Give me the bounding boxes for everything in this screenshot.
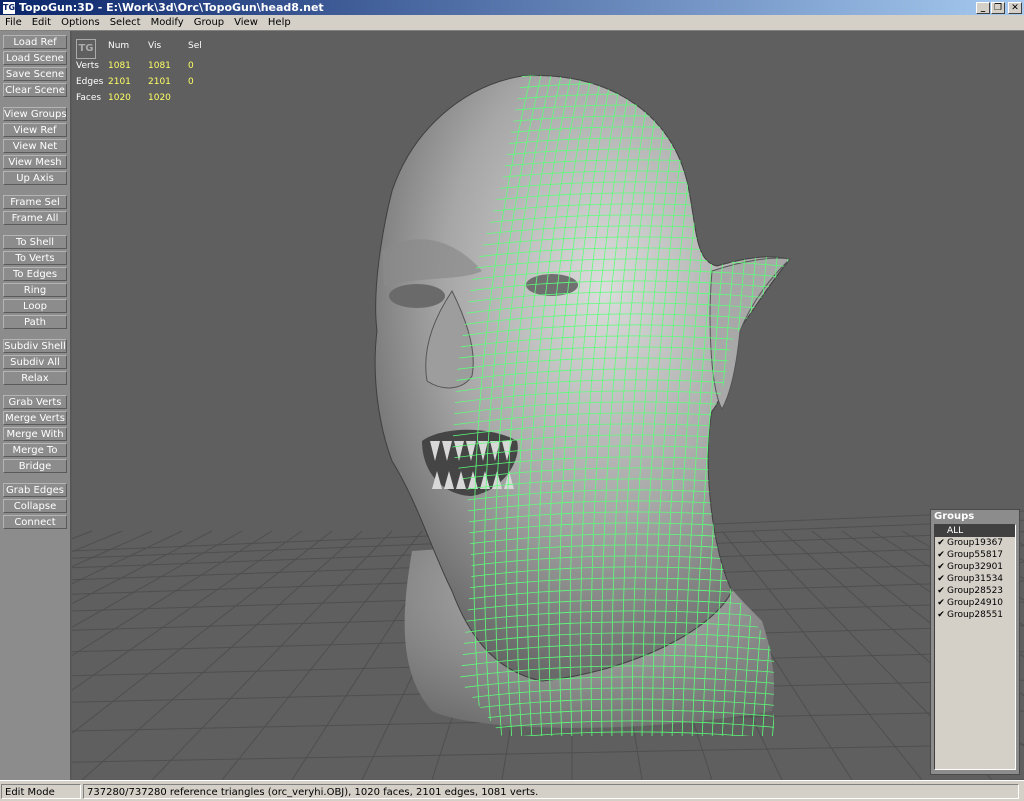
group-label: ALL — [947, 525, 963, 537]
grab-edges-button[interactable]: Grab Edges — [3, 483, 67, 497]
viewport-canvas[interactable] — [72, 31, 1024, 780]
stat-vis-edges: 2101 — [148, 77, 171, 87]
groups-title: Groups — [931, 510, 1019, 523]
group-item[interactable]: ✔Group55817 — [935, 549, 1015, 561]
group-label: Group55817 — [947, 549, 1003, 561]
checkmark-icon[interactable]: ✔ — [935, 537, 947, 549]
topogun-logo: TG — [76, 39, 96, 59]
up-axis-button[interactable]: Up Axis — [3, 171, 67, 185]
3d-viewport[interactable]: TG Num Vis Sel Verts 1081 1081 0 Edges 2101 21… — [72, 31, 1024, 780]
menu-select[interactable]: Select — [105, 17, 146, 28]
load-scene-button[interactable]: Load Scene — [3, 51, 67, 65]
relax-button[interactable]: Relax — [3, 371, 67, 385]
group-label: Group24910 — [947, 597, 1003, 609]
clear-scene-button[interactable]: Clear Scene — [3, 83, 67, 97]
to-shell-button[interactable]: To Shell — [3, 235, 67, 249]
to-edges-button[interactable]: To Edges — [3, 267, 67, 281]
group-label: Group32901 — [947, 561, 1003, 573]
group-item[interactable]: ✔Group31534 — [935, 573, 1015, 585]
stat-num-verts: 1081 — [108, 61, 131, 71]
subdiv-all-button[interactable]: Subdiv All — [3, 355, 67, 369]
stat-vis-faces: 1020 — [148, 93, 171, 103]
menu-group[interactable]: Group — [189, 17, 229, 28]
menu-modify[interactable]: Modify — [146, 17, 189, 28]
checkmark-icon[interactable]: ✔ — [935, 597, 947, 609]
view-ref-button[interactable]: View Ref — [3, 123, 67, 137]
group-label: Group28551 — [947, 609, 1003, 621]
collapse-button[interactable]: Collapse — [3, 499, 67, 513]
ring-button[interactable]: Ring — [3, 283, 67, 297]
window-title: TopoGun:3D - E:\Work\3d\Orc\TopoGun\head… — [19, 1, 976, 14]
stat-label-faces: Faces — [76, 93, 101, 103]
ear-shape — [710, 258, 790, 409]
app-icon: TG — [2, 1, 16, 15]
group-item[interactable]: ✔Group32901 — [935, 561, 1015, 573]
menu-options[interactable]: Options — [56, 17, 105, 28]
loop-button[interactable]: Loop — [3, 299, 67, 313]
mode-indicator: Edit Mode — [1, 784, 81, 799]
checkmark-icon[interactable]: ✔ — [935, 585, 947, 597]
to-verts-button[interactable]: To Verts — [3, 251, 67, 265]
stat-label-edges: Edges — [76, 77, 103, 87]
load-ref-button[interactable]: Load Ref — [3, 35, 67, 49]
save-scene-button[interactable]: Save Scene — [3, 67, 67, 81]
group-label: Group19367 — [947, 537, 1003, 549]
stat-num-edges: 2101 — [108, 77, 131, 87]
group-item[interactable]: ALL — [935, 525, 1015, 537]
merge-verts-button[interactable]: Merge Verts — [3, 411, 67, 425]
group-item[interactable]: ✔Group28523 — [935, 585, 1015, 597]
group-item[interactable]: ✔Group28551 — [935, 609, 1015, 621]
menu-bar: FileEditOptionsSelectModifyGroupViewHelp — [0, 15, 1024, 31]
status-bar: Edit Mode 737280/737280 reference triang… — [0, 780, 1024, 801]
view-net-button[interactable]: View Net — [3, 139, 67, 153]
group-label: Group28523 — [947, 585, 1003, 597]
checkmark-icon[interactable]: ✔ — [935, 549, 947, 561]
stat-num-faces: 1020 — [108, 93, 131, 103]
tool-panel: Load Ref Load Scene Save Scene Clear Scene V… — [0, 31, 71, 780]
stat-sel-edges: 0 — [188, 77, 194, 87]
stat-sel-verts: 0 — [188, 61, 194, 71]
menu-view[interactable]: View — [229, 17, 263, 28]
close-button[interactable]: ✕ — [1008, 2, 1022, 14]
menu-help[interactable]: Help — [263, 17, 296, 28]
status-message: 737280/737280 reference triangles (orc_v… — [83, 784, 1019, 799]
bridge-button[interactable]: Bridge — [3, 459, 67, 473]
frame-all-button[interactable]: Frame All — [3, 211, 67, 225]
groups-list[interactable]: ALL✔Group19367✔Group55817✔Group32901✔Gro… — [934, 524, 1016, 770]
restore-button[interactable]: ❐ — [991, 2, 1005, 14]
stat-header-vis: Vis — [148, 41, 161, 51]
grab-verts-button[interactable]: Grab Verts — [3, 395, 67, 409]
stat-vis-verts: 1081 — [148, 61, 171, 71]
group-item[interactable]: ✔Group19367 — [935, 537, 1015, 549]
merge-to-button[interactable]: Merge To — [3, 443, 67, 457]
view-mesh-button[interactable]: View Mesh — [3, 155, 67, 169]
stat-header-num: Num — [108, 41, 129, 51]
title-bar: TG TopoGun:3D - E:\Work\3d\Orc\TopoGun\h… — [0, 0, 1024, 15]
frame-sel-button[interactable]: Frame Sel — [3, 195, 67, 209]
checkmark-icon[interactable]: ✔ — [935, 609, 947, 621]
group-label: Group31534 — [947, 573, 1003, 585]
stat-header-sel: Sel — [188, 41, 202, 51]
connect-button[interactable]: Connect — [3, 515, 67, 529]
merge-with-button[interactable]: Merge With — [3, 427, 67, 441]
stat-label-verts: Verts — [76, 61, 99, 71]
path-button[interactable]: Path — [3, 315, 67, 329]
checkmark-icon[interactable]: ✔ — [935, 561, 947, 573]
checkmark-icon[interactable]: ✔ — [935, 573, 947, 585]
eye-socket — [389, 284, 445, 308]
group-item[interactable]: ✔Group24910 — [935, 597, 1015, 609]
minimize-button[interactable]: _ — [976, 2, 990, 14]
menu-edit[interactable]: Edit — [27, 17, 56, 28]
groups-panel: Groups ALL✔Group19367✔Group55817✔Group32… — [930, 509, 1020, 775]
eye-right — [526, 274, 578, 296]
menu-file[interactable]: File — [0, 17, 27, 28]
subdiv-shell-button[interactable]: Subdiv Shell — [3, 339, 67, 353]
view-groups-button[interactable]: View Groups — [3, 107, 67, 121]
